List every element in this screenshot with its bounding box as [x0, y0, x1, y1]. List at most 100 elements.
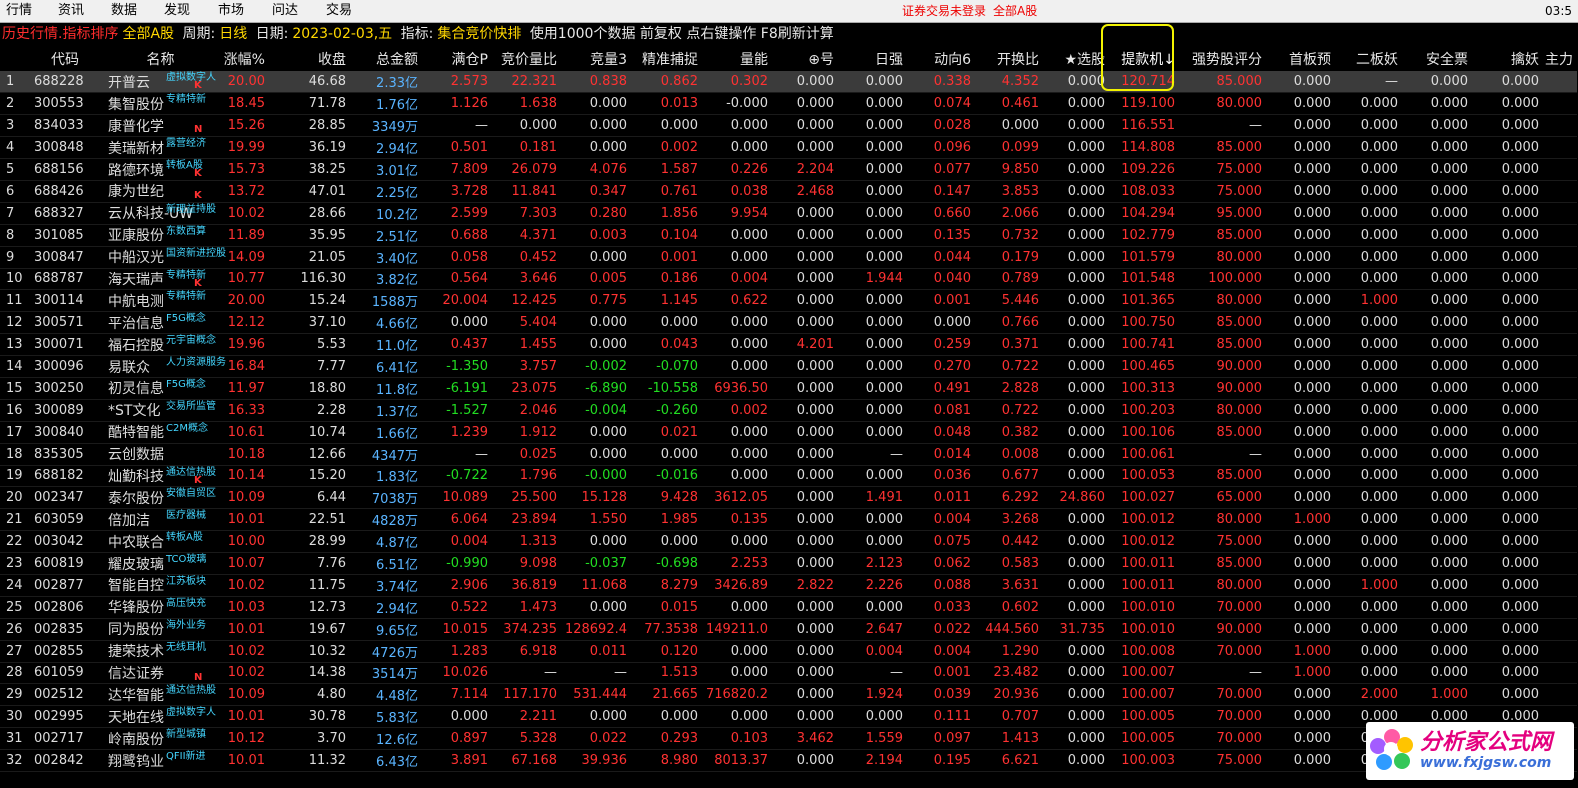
stock-code: 300071 [30, 333, 104, 357]
cell-量能: 0.000 [702, 311, 772, 335]
column-header-12[interactable]: 日强 [838, 47, 907, 71]
market-status[interactable]: 全部A股 [993, 4, 1037, 18]
table-row[interactable]: 10 688787 海天瑞声 专精特新 K 10.77 116.30 3.82亿 0.564 3.… [0, 268, 1577, 291]
column-header-5[interactable]: 总金额 [350, 47, 422, 71]
table-row[interactable]: 6 688426 康为世纪 K 13.72 47.01 2.25亿 3.728 11.841 0.… [0, 180, 1577, 203]
table-row[interactable]: 20 002347 泰尔股份 安徽自贸区 10.09 6.44 7038万 10.089 25.… [0, 486, 1577, 510]
stock-code: 688156 [30, 158, 104, 181]
cell-安全票: 0.000 [1402, 530, 1472, 554]
period-value[interactable]: 日线 [219, 26, 247, 42]
stock-code: 002806 [30, 596, 104, 619]
cell-日强: 0.000 [838, 399, 907, 422]
column-header-9[interactable]: 精准捕捉 [631, 47, 702, 71]
table-row[interactable]: 1 688228 开普云 虚拟数字人 K 20.00 46.68 2.33亿 2.573 22.3… [0, 71, 1577, 94]
table-row[interactable]: 16 300089 *ST文化 交易所监管 16.33 2.28 1.37亿 -1.527 2.… [0, 399, 1577, 422]
column-header-4[interactable]: 收盘 [269, 47, 350, 71]
table-row[interactable]: 25 002806 华锋股份 高压快充 10.03 12.73 2.94亿 0.522 1.47… [0, 596, 1577, 619]
cell-★选股: 0.000 [1043, 530, 1109, 554]
cell-首板预: 0.000 [1266, 727, 1335, 751]
stock-code: 300089 [30, 399, 104, 422]
table-row[interactable]: 29 002512 达华智能 通达信热股 10.09 4.80 4.48亿 7.114 117.… [0, 683, 1577, 707]
column-header-22[interactable]: 主力 [1543, 47, 1577, 71]
table-row[interactable]: 18 835305 云创数据 10.18 12.66 4347万 —0.025 0.000 0.… [0, 443, 1577, 466]
cell-首板预: 0.000 [1266, 246, 1335, 269]
table-row[interactable]: 30 002995 天地在线 虚拟数字人 10.01 30.78 5.83亿 0.000 2.2… [0, 705, 1577, 729]
column-header-13[interactable]: 动向6 [907, 47, 975, 71]
table-row[interactable]: 2 300553 集智股份 专精特新 18.45 71.78 1.76亿 1.126 1.638… [0, 92, 1577, 116]
cell-满仓P: -6.191 [422, 377, 492, 400]
cell-动向6: 0.039 [907, 683, 975, 707]
cell-涨幅%: 19.96 [221, 333, 269, 357]
cell-量能: 0.004 [702, 268, 772, 291]
menu-jiaoyi[interactable]: 交易 [326, 3, 352, 19]
table-row[interactable]: 12 300571 平治信息 F5G概念 12.12 37.10 4.66亿 0.000 5.4… [0, 311, 1577, 335]
cell-开换比: 0.677 [975, 465, 1043, 488]
table-row[interactable]: 5 688156 路德环境 转板A股 K 15.73 38.25 3.01亿 7.809 26.0… [0, 158, 1577, 181]
table-row[interactable]: 9 300847 中船汉光 国资新进控股 14.09 21.05 3.40亿 0.058 0.4… [0, 246, 1577, 269]
menu-shuju[interactable]: 数据 [111, 3, 137, 19]
cell-extra [1543, 71, 1577, 94]
menu-shichang[interactable]: 市场 [218, 3, 244, 19]
cell-总金额: 1.66亿 [350, 421, 422, 444]
column-header-18[interactable]: 首板预 [1266, 47, 1335, 71]
row-index: 10 [0, 268, 30, 291]
cell-精准捕捉: 1.856 [631, 202, 702, 225]
column-header-7[interactable]: 竞价量比 [492, 47, 561, 71]
table-row[interactable]: 8 301085 亚康股份 东数西算 11.89 35.95 2.51亿 0.688 4.371… [0, 224, 1577, 247]
menu-hangqing[interactable]: 行情 [6, 3, 32, 19]
menu-faxian[interactable]: 发现 [164, 3, 190, 19]
table-row[interactable]: 7 688327 云从科技-UW 新理益持股 10.02 28.66 10.2亿 2.599 7… [0, 202, 1577, 225]
indicator-value[interactable]: 集合竞价快排 [437, 26, 521, 42]
login-status[interactable]: 证券交易未登录 [902, 4, 986, 18]
column-header-10[interactable]: 量能 [702, 47, 772, 71]
table-row[interactable]: 3 834033 康普化学 N 15.26 28.85 3349万 —0.000 0.000 0.… [0, 114, 1577, 138]
table-row[interactable]: 11 300114 中航电测 专精特新 20.00 15.24 1588万 20.004 12.… [0, 289, 1577, 313]
concept-tag: 露营经济 [166, 138, 206, 150]
column-header-19[interactable]: 二板妖 [1335, 47, 1402, 71]
column-header-8[interactable]: 竞量3 [561, 47, 631, 71]
table-row[interactable]: 24 002877 智能自控 江苏板块 10.02 11.75 3.74亿 2.906 36.8… [0, 574, 1577, 597]
table-row[interactable]: 23 600819 耀皮玻璃 TCO玻璃 10.07 7.76 6.51亿 -0.990 9.0… [0, 552, 1577, 575]
cell-日强: 0.000 [838, 421, 907, 444]
column-header-21[interactable]: 擒妖 [1472, 47, 1543, 71]
table-row[interactable]: 26 002835 同为股份 海外业务 10.01 19.67 9.65亿 10.015 374… [0, 618, 1577, 641]
column-header-14[interactable]: 开换比 [975, 47, 1043, 71]
column-header-17[interactable]: 强势股评分 [1179, 47, 1266, 71]
cell-提款机↓: 100.011 [1109, 552, 1179, 575]
column-header-20[interactable]: 安全票 [1402, 47, 1472, 71]
cell-日强: 0.000 [838, 180, 907, 203]
column-header-0[interactable] [0, 47, 30, 71]
column-header-15[interactable]: ★选股 [1043, 47, 1109, 71]
cell-★选股: 31.735 [1043, 618, 1109, 641]
table-row[interactable]: 19 688182 灿勤科技 通达信热股 K 10.14 15.20 1.83亿 -0.722 1… [0, 465, 1577, 488]
menu-wenda[interactable]: 问达 [272, 3, 298, 19]
cell-强势股评分: 85.000 [1179, 136, 1266, 160]
column-header-1[interactable]: 代码 [30, 47, 104, 71]
table-row[interactable]: 13 300071 福石控股 元宇宙概念 19.96 5.53 11.0亿 0.437 1.45… [0, 333, 1577, 357]
cell-⊕号: 3.462 [772, 727, 838, 751]
cell-精准捕捉: 1.985 [631, 508, 702, 532]
cell-擒妖: 0.000 [1472, 421, 1543, 444]
table-row[interactable]: 17 300840 酷特智能 C2M概念 10.61 10.74 1.66亿 1.239 1.9… [0, 421, 1577, 444]
cell-首板预: 0.000 [1266, 355, 1335, 378]
table-row[interactable]: 27 002855 捷荣技术 无线耳机 10.02 10.32 4726万 1.283 6.91… [0, 640, 1577, 663]
cell-擒妖: 0.000 [1472, 596, 1543, 619]
stock-table[interactable]: 代码 名称 涨幅% 收盘 总金额 满仓P 竞价量比 竞量3 精准捕捉 量能 ⊕号 日强 动向6 开换比 ★选… [0, 47, 1578, 788]
date-value[interactable]: 2023-02-03,五 [292, 26, 392, 42]
column-header-11[interactable]: ⊕号 [772, 47, 838, 71]
column-header-3[interactable]: 涨幅% [221, 47, 269, 71]
column-header-16[interactable]: 提款机↓ [1109, 47, 1179, 71]
table-row[interactable]: 22 003042 中农联合 转板A股 10.00 28.99 4.87亿 0.004 1.31… [0, 530, 1577, 554]
menu-zixun[interactable]: 资讯 [58, 3, 84, 19]
table-row[interactable]: 15 300250 初灵信息 F5G概念 11.97 18.80 11.8亿 -6.191 23… [0, 377, 1577, 400]
market-label[interactable]: 全部A股 [122, 26, 174, 42]
table-row[interactable]: 28 601059 信达证券 N 10.02 14.38 3514万 10.026— —1.51… [0, 662, 1577, 685]
row-index: 25 [0, 596, 30, 619]
table-row[interactable]: 31 002717 岭南股份 新型城镇 10.12 3.70 12.6亿 0.897 5.328… [0, 727, 1577, 751]
cell-满仓P: -1.350 [422, 355, 492, 378]
table-row[interactable]: 4 300848 美瑞新材 露营经济 19.99 36.19 2.94亿 0.501 0.181… [0, 136, 1577, 160]
table-row[interactable]: 32 002842 翔鹭钨业 QFII新进 10.01 11.32 6.43亿 3.891 67… [0, 749, 1577, 772]
column-header-6[interactable]: 满仓P [422, 47, 492, 71]
table-row[interactable]: 14 300096 易联众 人力资源服务 16.84 7.77 6.41亿 -1.350 3.7… [0, 355, 1577, 378]
table-row[interactable]: 21 603059 倍加洁 医疗器械 10.01 22.51 4828万 6.064 23.89… [0, 508, 1577, 532]
